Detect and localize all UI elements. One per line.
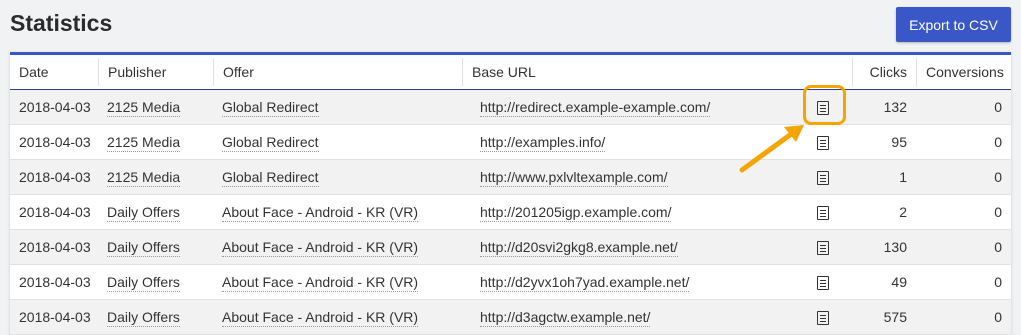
arrow-icon (739, 125, 804, 173)
offer-link[interactable]: Global Redirect (222, 134, 319, 152)
cell-publisher[interactable]: Daily Offers (98, 264, 213, 300)
cell-date: 2018-04-03 (10, 194, 98, 230)
column-header-offer[interactable]: Offer (213, 55, 462, 90)
base-url-link[interactable]: http://d2yvx1oh7yad.example.net/ (480, 274, 690, 292)
cell-base-url[interactable]: http://d2yvx1oh7yad.example.net/ (462, 264, 794, 300)
cell-base-url[interactable]: http://201205igp.example.com/ (462, 194, 794, 230)
offer-link[interactable]: About Face - Android - KR (VR) (222, 239, 419, 257)
column-header-publisher[interactable]: Publisher (98, 55, 213, 90)
cell-base-url[interactable]: http://d20svi2gkg8.example.net/ (462, 229, 794, 265)
cell-clicks: 575 (852, 299, 916, 335)
cell-date: 2018-04-03 (10, 299, 98, 335)
table-row: 2018-04-03 Daily Offers About Face - Andro… (10, 229, 1011, 265)
table-row: 2018-04-03 Daily Offers About Face - Andro… (10, 264, 1011, 300)
offer-link[interactable]: About Face - Android - KR (VR) (222, 309, 419, 327)
document-list-icon[interactable] (817, 136, 829, 151)
cell-date: 2018-04-03 (10, 89, 98, 125)
table-header-row: Date Publisher Offer Base URL Clicks Con… (10, 55, 1011, 90)
cell-date: 2018-04-03 (10, 229, 98, 265)
cell-offer[interactable]: About Face - Android - KR (VR) (213, 194, 462, 230)
cell-publisher[interactable]: 2125 Media (98, 159, 213, 195)
publisher-link[interactable]: 2125 Media (107, 134, 181, 152)
publisher-link[interactable]: 2125 Media (107, 99, 181, 117)
cell-publisher[interactable]: Daily Offers (98, 229, 213, 265)
base-url-link[interactable]: http://examples.info/ (480, 134, 606, 152)
base-url-link[interactable]: http://www.pxlvltexample.com/ (480, 169, 668, 187)
table-row: 2018-04-03 2125 Media Global Redirect http:… (10, 89, 1011, 125)
cell-offer[interactable]: About Face - Android - KR (VR) (213, 299, 462, 335)
publisher-link[interactable]: 2125 Media (107, 169, 181, 187)
column-header-clicks[interactable]: Clicks (852, 55, 916, 90)
document-list-icon[interactable] (817, 241, 829, 256)
export-csv-button[interactable]: Export to CSV (896, 7, 1011, 42)
cell-conversions: 0 (916, 264, 1011, 300)
column-header-conversions[interactable]: Conversions (916, 55, 1011, 90)
cell-actions[interactable] (794, 229, 852, 265)
offer-link[interactable]: About Face - Android - KR (VR) (222, 204, 419, 222)
cell-base-url[interactable]: http://d3agctw.example.net/ (462, 299, 794, 335)
offer-link[interactable]: Global Redirect (222, 169, 319, 187)
cell-actions[interactable] (794, 194, 852, 230)
cell-publisher[interactable]: 2125 Media (98, 124, 213, 160)
offer-link[interactable]: About Face - Android - KR (VR) (222, 274, 419, 292)
cell-clicks: 95 (852, 124, 916, 160)
table-row: 2018-04-03 Daily Offers About Face - Andro… (10, 299, 1011, 335)
cell-actions[interactable] (794, 264, 852, 300)
cell-offer[interactable]: Global Redirect (213, 159, 462, 195)
column-header-date[interactable]: Date (10, 55, 98, 90)
cell-clicks: 49 (852, 264, 916, 300)
cell-offer[interactable]: About Face - Android - KR (VR) (213, 229, 462, 265)
cell-conversions: 0 (916, 194, 1011, 230)
table-row: 2018-04-03 2125 Media Global Redirect http:… (10, 159, 1011, 195)
cell-offer[interactable]: About Face - Android - KR (VR) (213, 264, 462, 300)
page-title: Statistics (10, 10, 113, 36)
column-header-base-url[interactable]: Base URL (462, 55, 794, 90)
cell-date: 2018-04-03 (10, 264, 98, 300)
cell-offer[interactable]: Global Redirect (213, 124, 462, 160)
cell-publisher[interactable]: Daily Offers (98, 194, 213, 230)
cell-publisher[interactable]: Daily Offers (98, 299, 213, 335)
cell-offer[interactable]: Global Redirect (213, 89, 462, 125)
base-url-link[interactable]: http://201205igp.example.com/ (480, 204, 672, 222)
table-row: 2018-04-03 2125 Media Global Redirect http:… (10, 124, 1011, 160)
base-url-link[interactable]: http://d20svi2gkg8.example.net/ (480, 239, 678, 257)
statistics-table: Date Publisher Offer Base URL Clicks Con… (10, 52, 1011, 335)
document-list-icon[interactable] (817, 311, 829, 326)
table-row: 2018-04-03 Daily Offers About Face - Andro… (10, 194, 1011, 230)
cell-clicks: 1 (852, 159, 916, 195)
base-url-link[interactable]: http://d3agctw.example.net/ (480, 309, 651, 327)
publisher-link[interactable]: Daily Offers (107, 309, 180, 327)
document-list-icon[interactable] (817, 171, 829, 186)
cell-publisher[interactable]: 2125 Media (98, 89, 213, 125)
cell-conversions: 0 (916, 299, 1011, 335)
cell-conversions: 0 (916, 124, 1011, 160)
base-url-link[interactable]: http://redirect.example-example.com/ (480, 99, 711, 117)
cell-actions[interactable] (794, 299, 852, 335)
cell-conversions: 0 (916, 159, 1011, 195)
offer-link[interactable]: Global Redirect (222, 99, 319, 117)
publisher-link[interactable]: Daily Offers (107, 204, 180, 222)
cell-date: 2018-04-03 (10, 124, 98, 160)
publisher-link[interactable]: Daily Offers (107, 274, 180, 292)
publisher-link[interactable]: Daily Offers (107, 239, 180, 257)
cell-clicks: 2 (852, 194, 916, 230)
cell-date: 2018-04-03 (10, 159, 98, 195)
document-list-icon[interactable] (817, 206, 829, 221)
cell-clicks: 130 (852, 229, 916, 265)
cell-conversions: 0 (916, 89, 1011, 125)
cell-conversions: 0 (916, 229, 1011, 265)
document-list-icon[interactable] (817, 276, 829, 291)
cell-clicks: 132 (852, 89, 916, 125)
